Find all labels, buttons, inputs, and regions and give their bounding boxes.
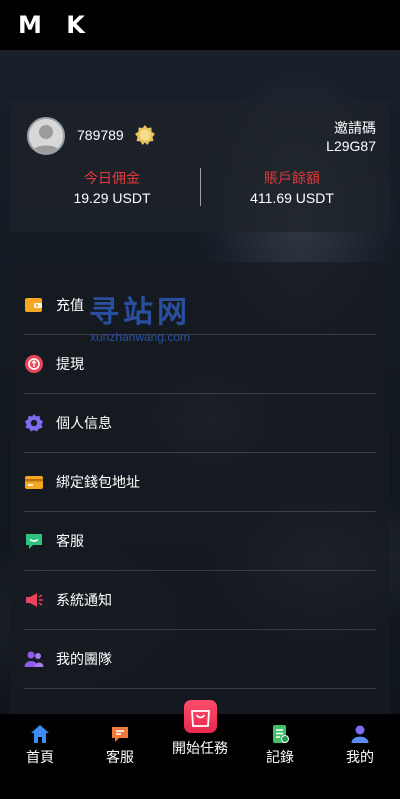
avatar[interactable] [27, 117, 65, 155]
menu-item-label: 充值 [56, 297, 84, 313]
menu-item-label: 系統通知 [56, 592, 112, 608]
nav-service[interactable]: 客服 [80, 714, 160, 784]
shopping-bag-icon [191, 710, 210, 727]
account-balance-label: 賬戶餘額 [264, 170, 320, 186]
service-icon [112, 727, 128, 742]
start-task-label: 開始任務 [172, 740, 228, 756]
team-icon [24, 649, 44, 669]
nav-records[interactable]: 記錄 [240, 714, 320, 784]
menu-item-withdraw[interactable]: 提現 [24, 335, 376, 394]
menu-item-recharge[interactable]: 充值 [24, 276, 376, 335]
menu-item-my-team[interactable]: 我的團隊 [24, 630, 376, 689]
menu-item-customer-service[interactable]: 客服 [24, 512, 376, 571]
menu-item-label: 客服 [56, 533, 84, 549]
vip-badge-icon [135, 125, 155, 145]
profile-card: 789789 邀請碼 L29G87 今日佣金 19.29 USDT 賬戶餘額 4… [10, 100, 390, 232]
menu-item-personal-info[interactable]: 個人信息 [24, 394, 376, 453]
menu-item-label: 個人信息 [56, 415, 112, 431]
nav-home-label: 首頁 [26, 749, 54, 765]
chat-icon [24, 531, 44, 551]
menu-item-bind-wallet[interactable]: 綁定錢包地址 [24, 453, 376, 512]
top-bar: M K [0, 0, 400, 50]
wallet-icon [24, 295, 44, 315]
account-balance-value: 411.69 USDT [250, 190, 334, 206]
nav-records-label: 記錄 [266, 749, 294, 765]
start-task-button[interactable] [184, 700, 217, 733]
megaphone-icon [24, 590, 44, 610]
invite-code-label: 邀請碼 [334, 120, 376, 136]
today-commission: 今日佣金 19.29 USDT [22, 168, 202, 208]
menu-item-label: 我的團隊 [56, 651, 112, 667]
user-silhouette-icon [32, 125, 60, 153]
username: 789789 [77, 127, 124, 143]
nav-home[interactable]: 首頁 [0, 714, 80, 784]
menu-panel: 充值 提現 個人信息 綁定錢包地址 客服 系統通知 我的團隊 [10, 262, 390, 722]
card-icon [24, 472, 44, 492]
today-commission-value: 19.29 USDT [73, 190, 151, 206]
profile-icon [351, 725, 369, 743]
menu-item-label: 提現 [56, 356, 84, 372]
today-commission-label: 今日佣金 [84, 170, 140, 186]
gear-icon [24, 413, 44, 433]
menu-item-label: 綁定錢包地址 [56, 474, 140, 490]
invite-code-value[interactable]: L29G87 [326, 138, 376, 154]
app-logo: M K [18, 11, 93, 39]
account-balance: 賬戶餘額 411.69 USDT [202, 168, 382, 208]
withdraw-icon [24, 354, 44, 374]
nav-mine[interactable]: 我的 [320, 714, 400, 784]
stat-divider [200, 168, 201, 206]
nav-service-label: 客服 [106, 749, 134, 765]
menu-item-system-notice[interactable]: 系統通知 [24, 571, 376, 630]
nav-mine-label: 我的 [346, 749, 374, 765]
records-icon [273, 725, 289, 743]
home-icon [31, 725, 49, 743]
